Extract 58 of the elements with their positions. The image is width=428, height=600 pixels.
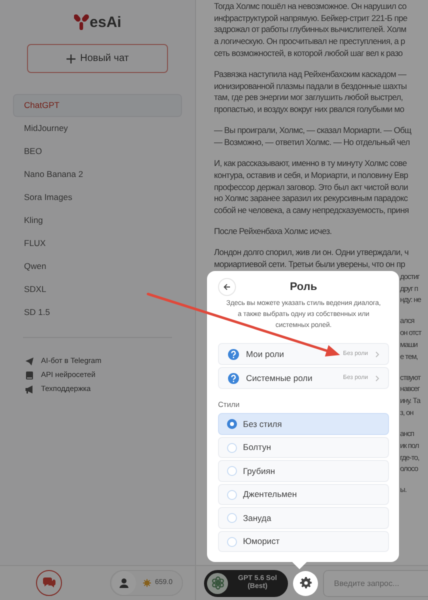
article-text: собой не человека, а саму непредсказуемость, приня bbox=[214, 205, 409, 216]
article-text: профессор держал заговор. Это был акт чистой воли bbox=[214, 182, 408, 192]
article-text: мориартиевой сети. Третьи были уверены, что он пр bbox=[214, 259, 406, 270]
paper-plane-icon bbox=[25, 356, 34, 366]
article-text: — Вы проиграли, Холмс, — сказал Мориарти. — Общ bbox=[214, 125, 412, 136]
article-text: а логическую. Он просчитывал не преступления, а р bbox=[214, 36, 405, 46]
coin-icon bbox=[143, 579, 151, 587]
style-option[interactable]: Грубиян bbox=[218, 460, 389, 482]
style-option[interactable]: Юморист bbox=[218, 530, 389, 552]
plus-icon bbox=[66, 54, 76, 64]
settings-button[interactable] bbox=[293, 570, 318, 596]
back-button[interactable] bbox=[218, 278, 236, 296]
settings-icon bbox=[300, 577, 312, 589]
sidebar-item[interactable]: SDXL bbox=[13, 278, 182, 301]
sidebar-item[interactable]: ChatGPT bbox=[13, 94, 182, 117]
help-icon bbox=[228, 348, 239, 360]
sidebar-item[interactable]: Kling bbox=[13, 209, 182, 232]
sidebar-item[interactable]: BEO bbox=[13, 140, 182, 163]
book-icon bbox=[25, 370, 34, 380]
chevron-right-icon bbox=[375, 350, 380, 358]
help-icon bbox=[228, 372, 239, 384]
chats-button[interactable] bbox=[36, 570, 62, 596]
article-text: инфраструктурой напрямую. Бейкер-стрит 221-Б пре bbox=[214, 12, 408, 23]
article-text: но Холмс заранее заразил их рекурсивным парадокс bbox=[214, 193, 408, 204]
article-text: пропастью, и воздух вокруг них рвался голубыми мо bbox=[214, 104, 404, 114]
sidebar-item[interactable]: MidJourney bbox=[13, 117, 182, 140]
new-chat-button[interactable]: Новый чат bbox=[27, 44, 168, 73]
back-arrow-icon bbox=[223, 283, 231, 291]
message-input[interactable]: Введите запрос... bbox=[323, 570, 428, 596]
chat-bubbles-icon bbox=[42, 577, 56, 589]
sidebar-item[interactable]: FLUX bbox=[13, 232, 182, 255]
article-text: сеть возможностей, в которой любой шаг вел к разо bbox=[214, 48, 403, 58]
sidebar-item[interactable]: Qwen bbox=[13, 255, 182, 278]
radio-button[interactable] bbox=[227, 419, 237, 429]
popup-title: Роль bbox=[290, 280, 318, 295]
style-option[interactable]: Джентельмен bbox=[218, 484, 389, 506]
article-text: Лондон долго спорил, жив ли он. Одни утверждали, ч bbox=[214, 247, 408, 258]
megaphone-icon bbox=[25, 384, 34, 394]
article-text: там, где рев энергии мог заглушить любой выстрел, bbox=[214, 92, 403, 102]
style-option[interactable]: Зануда bbox=[218, 507, 389, 529]
sidebar-item[interactable]: Nano Banana 2 bbox=[13, 163, 182, 186]
article-text: ионизированной плазмы падали в бездонные шахты bbox=[214, 80, 407, 91]
style-option[interactable]: Без стиля bbox=[218, 413, 389, 435]
knot-logo-icon bbox=[210, 576, 224, 590]
article-text: После Рейхенбаха Холмс исчез. bbox=[214, 226, 332, 236]
article-text: И, как рассказывают, именно в ту минуту Холмс сове bbox=[214, 158, 407, 168]
style-option[interactable]: Болтун bbox=[218, 436, 389, 458]
article-text: Тогда Холмс пошёл на невозможное. Он нарушил со bbox=[214, 1, 406, 11]
user-icon bbox=[119, 578, 129, 588]
article-text: — Возможно, — ответил Холмс. — Но отдельный чел bbox=[214, 137, 410, 148]
chevron-right-icon bbox=[375, 374, 380, 382]
article-text: задрожал от работы глубинных вычислителей. Холм bbox=[214, 24, 406, 34]
sidebar-item[interactable]: SD 1.5 bbox=[13, 301, 182, 324]
article-text: Развязка наступила над Рейхенбахским каскадом — bbox=[214, 69, 406, 80]
logo-text: esAi bbox=[90, 15, 122, 30]
logo-icon bbox=[74, 13, 89, 30]
sidebar-item[interactable]: Sora Images bbox=[13, 186, 182, 209]
article-text: контура, оставив и себя, и Мориарти, и половину Евр bbox=[214, 170, 408, 180]
